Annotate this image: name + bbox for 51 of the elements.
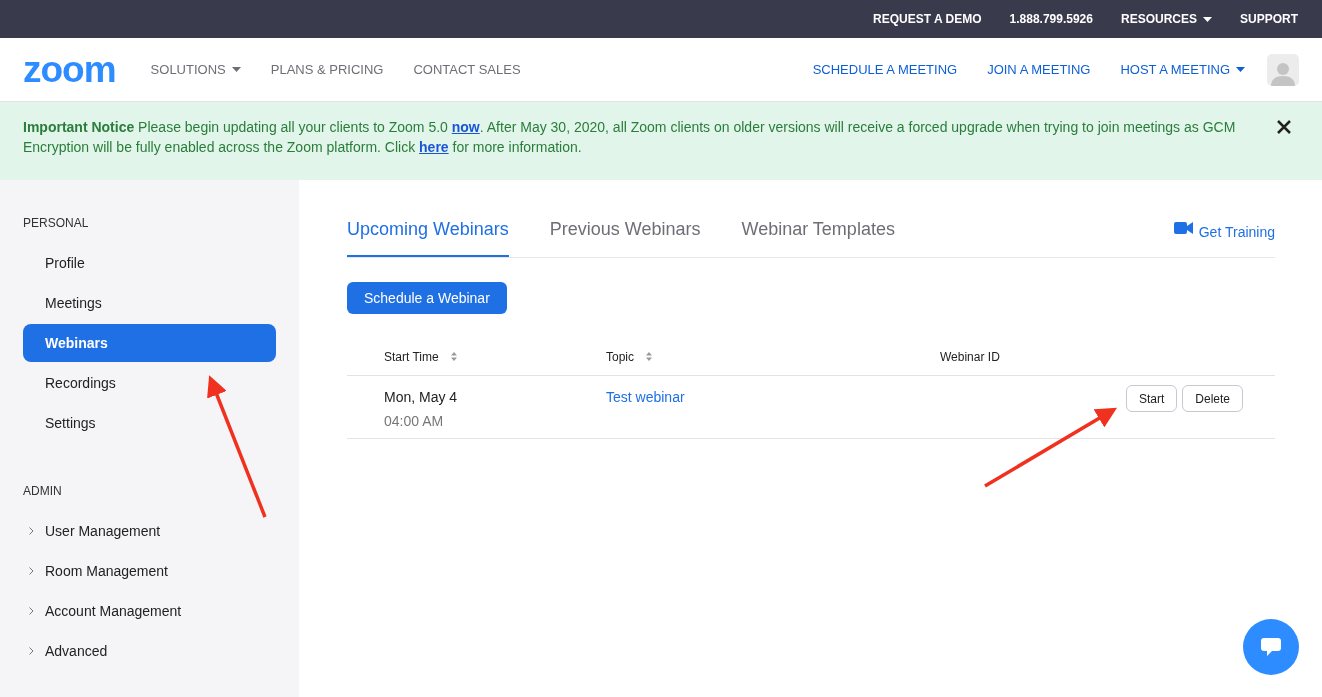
sidebar-item[interactable]: Settings — [23, 404, 276, 442]
webinar-time: 04:00 AM — [384, 412, 445, 430]
nav-link[interactable]: SOLUTIONS — [150, 59, 241, 80]
sidebar-item-label: Advanced — [45, 641, 108, 661]
notice-link[interactable]: here — [419, 139, 449, 155]
column-header[interactable]: Start Time — [347, 347, 606, 366]
header-action-link[interactable]: SCHEDULE A MEETING — [812, 59, 958, 80]
sidebar-item[interactable]: Account Management — [23, 592, 276, 630]
video-camera-icon — [1173, 222, 1193, 234]
sidebar-item-label: Settings — [45, 413, 96, 433]
schedule-webinar-button[interactable]: Schedule a Webinar — [347, 282, 507, 314]
sidebar-section-title: PERSONAL — [23, 215, 90, 232]
header-action-link[interactable]: HOST A MEETING — [1120, 59, 1245, 80]
tab[interactable]: Webinar Templates — [741, 214, 895, 257]
get-training-link[interactable]: Get Training — [1173, 214, 1275, 257]
webinar-date: Mon, May 4 — [384, 388, 459, 406]
sidebar-item[interactable]: Webinars — [23, 324, 276, 362]
top-bar-link[interactable]: RESOURCES — [1120, 10, 1212, 28]
top-bar-link[interactable]: SUPPORT — [1240, 10, 1298, 28]
column-header[interactable]: Webinar ID — [940, 347, 1000, 366]
top-bar-link[interactable]: 1.888.799.5926 — [1009, 10, 1093, 28]
column-header[interactable]: Topic — [606, 347, 940, 366]
avatar-icon[interactable] — [1267, 53, 1299, 86]
top-bar-link[interactable]: REQUEST A DEMO — [873, 10, 982, 28]
tab[interactable]: Upcoming Webinars — [347, 214, 509, 257]
sidebar-item[interactable]: Meetings — [23, 284, 276, 322]
nav-link[interactable]: PLANS & PRICING — [270, 59, 384, 80]
tab[interactable]: Previous Webinars — [549, 214, 701, 257]
sidebar-item-label: Account Management — [45, 601, 182, 621]
notice-text: Important Notice Please begin updating all your clients to Zoom 5.0 now. After May 30, 2020, all Zoom clients on older versions will receive a forced upgrade when trying to join meetings as GCM Encryption will be fully enabled across the Zoom platform. Click here for more information. — [23, 118, 1237, 157]
row-action-button[interactable]: Start — [1125, 385, 1178, 412]
sidebar-item[interactable]: User Management — [23, 512, 276, 550]
notice-link[interactable]: now — [451, 119, 480, 135]
sidebar-item-label: User Management — [45, 521, 161, 541]
nav-link[interactable]: CONTACT SALES — [413, 59, 521, 80]
close-icon[interactable] — [1277, 120, 1291, 134]
sidebar-item-label: Meetings — [45, 293, 102, 313]
header-action-link[interactable]: JOIN A MEETING — [987, 59, 1091, 80]
sidebar-item-label: Room Management — [45, 561, 168, 581]
sidebar-item-label: Profile — [45, 253, 85, 273]
sidebar-item-label: Recordings — [45, 373, 116, 393]
sidebar-item-label: Webinars — [45, 333, 108, 353]
row-action-button[interactable]: Delete — [1182, 385, 1243, 412]
sidebar-item[interactable]: Profile — [23, 244, 276, 282]
webinar-topic-link[interactable]: Test webinar — [606, 388, 685, 406]
chat-button[interactable] — [1243, 619, 1299, 675]
sidebar-item[interactable]: Room Management — [23, 552, 276, 590]
sidebar-item[interactable]: Recordings — [23, 364, 276, 402]
sidebar-item[interactable]: Advanced — [23, 632, 276, 670]
sidebar-section-title: ADMIN — [23, 483, 63, 500]
chat-bubble-icon — [1261, 638, 1281, 656]
